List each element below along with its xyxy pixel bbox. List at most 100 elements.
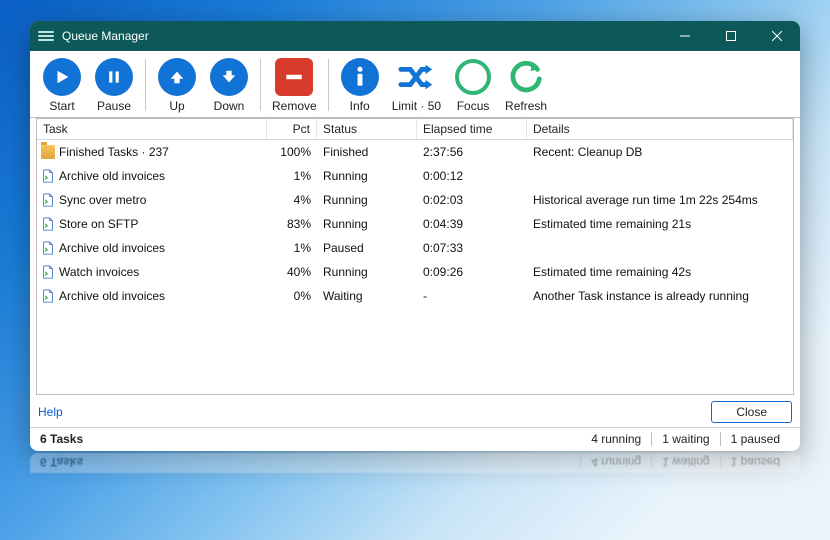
- start-label: Start: [49, 99, 74, 113]
- info-button[interactable]: Info: [334, 57, 386, 113]
- refresh-button[interactable]: Refresh: [499, 57, 553, 113]
- task-status: Paused: [317, 236, 417, 260]
- status-task-count: 6 Tasks: [40, 432, 83, 446]
- close-button[interactable]: Close: [711, 401, 792, 423]
- pause-button[interactable]: Pause: [88, 57, 140, 113]
- down-label: Down: [214, 99, 245, 113]
- down-button[interactable]: Down: [203, 57, 255, 113]
- shuffle-icon: [396, 57, 436, 97]
- task-list: Task Pct Status Elapsed time Details Fin…: [36, 118, 794, 395]
- table-row[interactable]: Archive old invoices 1%Paused0:07:33: [37, 236, 793, 260]
- task-elapsed: 0:07:33: [417, 236, 527, 260]
- play-icon: [43, 58, 81, 96]
- task-rows: Finished Tasks · 237100%Finished2:37:56R…: [37, 140, 793, 394]
- status-paused: 1 paused: [720, 432, 790, 446]
- pause-icon: [95, 58, 133, 96]
- task-pct: 40%: [267, 260, 317, 284]
- task-pct: 1%: [267, 236, 317, 260]
- maximize-button[interactable]: [708, 21, 754, 51]
- status-running: 4 running: [581, 432, 651, 446]
- file-icon: [41, 289, 55, 303]
- file-icon: [41, 193, 55, 207]
- folder-icon: [41, 145, 55, 159]
- task-details: [527, 164, 793, 188]
- start-button[interactable]: Start: [36, 57, 88, 113]
- task-elapsed: 0:04:39: [417, 212, 527, 236]
- task-status: Finished: [317, 140, 417, 164]
- task-name: Archive old invoices: [59, 287, 165, 305]
- task-pct: 1%: [267, 164, 317, 188]
- table-row[interactable]: Sync over metro 4%Running0:02:03Historica…: [37, 188, 793, 212]
- task-name: Sync over metro: [59, 191, 146, 209]
- info-icon: [341, 58, 379, 96]
- table-row[interactable]: Archive old invoices 0%Waiting-Another Ta…: [37, 284, 793, 308]
- refresh-icon: [506, 57, 546, 97]
- remove-icon: [275, 58, 313, 96]
- focus-label: Focus: [457, 99, 490, 113]
- help-link[interactable]: Help: [38, 405, 63, 419]
- remove-button[interactable]: Remove: [266, 57, 323, 113]
- task-status: Running: [317, 260, 417, 284]
- task-elapsed: 0:02:03: [417, 188, 527, 212]
- limit-label: Limit · 50: [392, 99, 441, 113]
- focus-button[interactable]: Focus: [447, 57, 499, 113]
- task-name: Archive old invoices: [59, 167, 165, 185]
- task-name: Watch invoices: [59, 263, 139, 281]
- file-icon: [41, 169, 55, 183]
- header-details[interactable]: Details: [527, 119, 793, 139]
- window-title: Queue Manager: [62, 29, 149, 43]
- app-icon: [38, 28, 54, 44]
- task-name: Store on SFTP: [59, 215, 138, 233]
- circle-icon: [455, 59, 491, 95]
- statusbar: 6 Tasks 4 running 1 waiting 1 paused: [30, 427, 800, 451]
- task-status: Running: [317, 212, 417, 236]
- task-details: Recent: Cleanup DB: [527, 140, 793, 164]
- task-name: Archive old invoices: [59, 239, 165, 257]
- info-label: Info: [350, 99, 370, 113]
- table-row[interactable]: Watch invoices 40%Running0:09:26Estimated…: [37, 260, 793, 284]
- task-pct: 4%: [267, 188, 317, 212]
- minimize-button[interactable]: [662, 21, 708, 51]
- task-details: Estimated time remaining 42s: [527, 260, 793, 284]
- file-icon: [41, 217, 55, 231]
- task-details: Historical average run time 1m 22s 254ms: [527, 188, 793, 212]
- column-headers: Task Pct Status Elapsed time Details: [37, 119, 793, 140]
- pause-label: Pause: [97, 99, 131, 113]
- arrow-up-icon: [158, 58, 196, 96]
- task-status: Running: [317, 164, 417, 188]
- table-row[interactable]: Archive old invoices 1%Running0:00:12: [37, 164, 793, 188]
- footer: Help Close: [30, 395, 800, 427]
- task-pct: 100%: [267, 140, 317, 164]
- table-row[interactable]: Finished Tasks · 237 100%Finished2:37:56R…: [37, 140, 793, 164]
- arrow-down-icon: [210, 58, 248, 96]
- task-status: Waiting: [317, 284, 417, 308]
- queue-manager-window: Queue Manager Start Pause: [30, 21, 800, 451]
- header-status[interactable]: Status: [317, 119, 417, 139]
- reflection: 6 Tasks 4 running 1 waiting 1 paused: [30, 453, 800, 473]
- status-waiting: 1 waiting: [651, 432, 719, 446]
- header-task[interactable]: Task: [37, 119, 267, 139]
- file-icon: [41, 241, 55, 255]
- task-details: [527, 236, 793, 260]
- limit-button[interactable]: Limit · 50: [386, 57, 447, 113]
- task-elapsed: 0:00:12: [417, 164, 527, 188]
- header-elapsed[interactable]: Elapsed time: [417, 119, 527, 139]
- task-details: Another Task instance is already running: [527, 284, 793, 308]
- remove-label: Remove: [272, 99, 317, 113]
- table-row[interactable]: Store on SFTP83%Running0:04:39Estimated …: [37, 212, 793, 236]
- task-elapsed: 0:09:26: [417, 260, 527, 284]
- task-details: Estimated time remaining 21s: [527, 212, 793, 236]
- titlebar[interactable]: Queue Manager: [30, 21, 800, 51]
- task-status: Running: [317, 188, 417, 212]
- up-label: Up: [169, 99, 184, 113]
- close-window-button[interactable]: [754, 21, 800, 51]
- toolbar: Start Pause Up Down Remove: [30, 51, 800, 118]
- refresh-label: Refresh: [505, 99, 547, 113]
- task-name: Finished Tasks · 237: [59, 143, 169, 161]
- header-pct[interactable]: Pct: [267, 119, 317, 139]
- task-elapsed: 2:37:56: [417, 140, 527, 164]
- up-button[interactable]: Up: [151, 57, 203, 113]
- task-elapsed: -: [417, 284, 527, 308]
- task-pct: 0%: [267, 284, 317, 308]
- file-icon: [41, 265, 55, 279]
